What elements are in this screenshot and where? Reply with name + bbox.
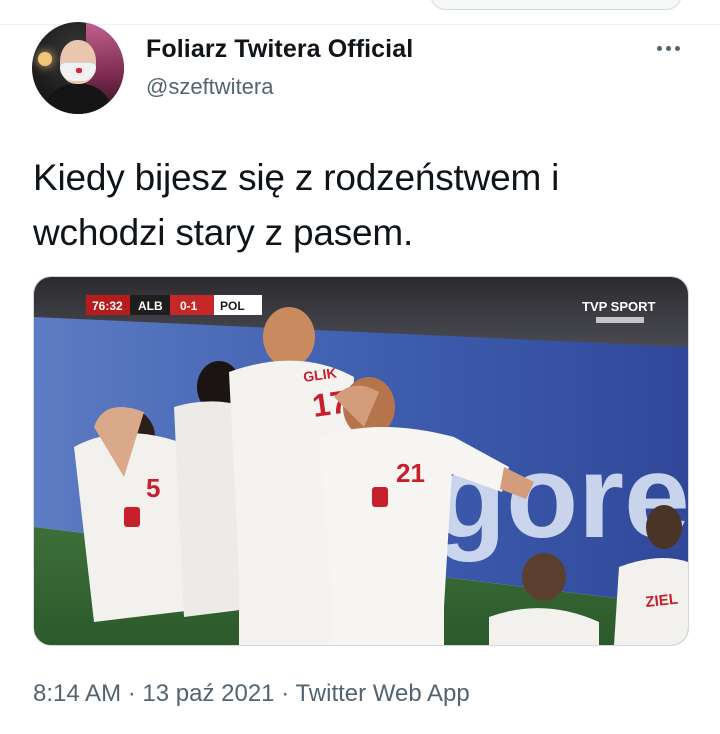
- football-photo: gorer 5 GLIK 17: [34, 277, 688, 645]
- avatar-lamp: [38, 52, 52, 66]
- jersey-number-left: 5: [146, 473, 160, 503]
- tweet-time[interactable]: 8:14 AM: [33, 680, 121, 707]
- search-box[interactable]: [430, 0, 682, 10]
- match-score: 0-1: [180, 299, 198, 313]
- tweet-metadata: 8:14 AM · 13 paź 2021 · Twitter Web App: [33, 680, 470, 708]
- tweet-media-photo[interactable]: gorer 5 GLIK 17: [33, 276, 689, 646]
- meta-separator: ·: [127, 680, 136, 707]
- team-away: POL: [220, 299, 245, 313]
- more-horizontal-icon: [656, 45, 662, 51]
- jersey-number-21: 21: [396, 458, 425, 488]
- match-time: 76:32: [92, 299, 123, 313]
- more-horizontal-icon-dot: [674, 45, 680, 51]
- broadcaster-logo-text: TVP SPORT: [582, 299, 656, 314]
- avatar[interactable]: [32, 22, 124, 114]
- scoreboard: 76:32 ALB 0-1 POL: [86, 295, 262, 315]
- author-handle[interactable]: @szeftwitera: [146, 74, 273, 100]
- avatar-mask-logo: [76, 68, 82, 73]
- team-home: ALB: [138, 299, 163, 313]
- jersey-name-ziel: ZIEL: [645, 591, 679, 611]
- tweet-source[interactable]: Twitter Web App: [295, 680, 469, 707]
- more-options-button[interactable]: [650, 36, 686, 60]
- more-horizontal-icon-dot: [665, 45, 671, 51]
- author-display-name[interactable]: Foliarz Twitera Official: [146, 35, 413, 64]
- tweet-text: Kiedy bijesz się z rodzeństwem i wchodzi…: [33, 157, 560, 253]
- meta-separator: ·: [281, 680, 290, 707]
- tweet-date[interactable]: 13 paź 2021: [142, 680, 274, 707]
